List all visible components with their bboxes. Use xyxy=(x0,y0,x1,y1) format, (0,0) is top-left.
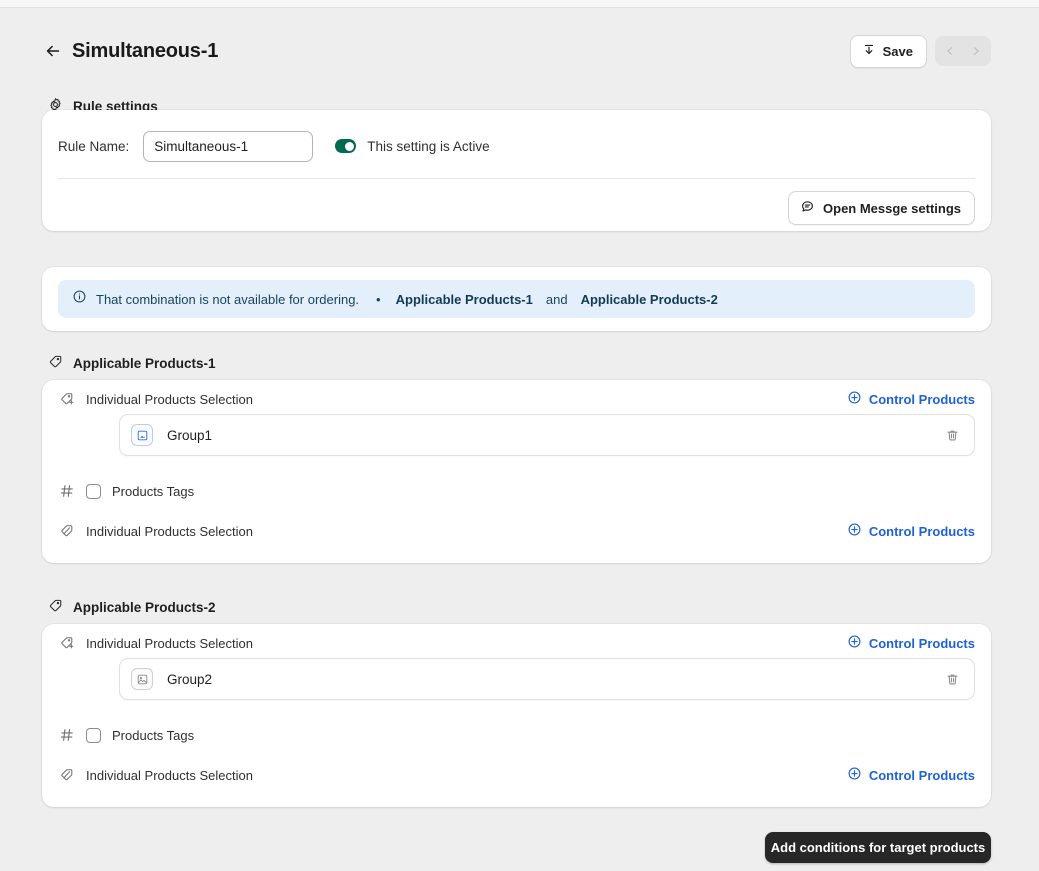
applicable-products-2-card: Individual Products Selection Control Pr… xyxy=(42,624,991,807)
control-products-label-2-secondary: Control Products xyxy=(868,767,975,783)
control-products-link-2-secondary[interactable]: Control Products xyxy=(847,766,975,784)
banner-message: That combination is not available for or… xyxy=(96,291,360,307)
header-actions: Save xyxy=(849,34,991,68)
tag-plus-icon xyxy=(58,634,76,652)
tag-icon xyxy=(48,354,63,372)
products-tags-row-2: Products Tags xyxy=(42,716,991,754)
trash-icon[interactable] xyxy=(942,669,962,689)
applicable-products-1-section-header: Applicable Products-1 xyxy=(48,354,216,372)
applicable-products-2-title: Applicable Products-2 xyxy=(73,599,216,615)
applicable-products-1-card: Individual Products Selection Control Pr… xyxy=(42,380,991,563)
hash-icon xyxy=(58,726,76,744)
products-tags-label: Products Tags xyxy=(112,483,195,499)
plus-circle-icon xyxy=(847,634,862,652)
tag-slash-icon xyxy=(58,522,76,540)
chat-bubble-icon xyxy=(800,199,815,217)
selected-product-name-2: Group2 xyxy=(167,671,213,687)
chevron-right-icon[interactable] xyxy=(963,38,989,64)
image-blue-icon xyxy=(131,424,153,446)
active-toggle-group: This setting is Active xyxy=(335,138,490,154)
selected-product-item[interactable]: Group1 xyxy=(119,414,975,456)
tag-icon xyxy=(48,598,63,616)
unavailable-combination-banner: That combination is not available for or… xyxy=(58,280,975,318)
arrow-left-icon[interactable] xyxy=(42,40,64,62)
hash-icon xyxy=(58,482,76,500)
products-tags-row: Products Tags xyxy=(42,472,991,510)
selected-product-item-2[interactable]: Group2 xyxy=(119,658,975,700)
tag-slash-icon xyxy=(58,766,76,784)
banner-item-two: Applicable Products-2 xyxy=(580,291,718,307)
control-products-label-2: Control Products xyxy=(868,635,975,651)
plus-circle-icon xyxy=(847,522,862,540)
applicable-products-2-section-header: Applicable Products-2 xyxy=(48,598,216,616)
individual-products-selection-label-2: Individual Products Selection xyxy=(86,635,253,651)
window-top-strip xyxy=(0,0,1039,8)
plus-circle-icon xyxy=(847,766,862,784)
selected-product-name: Group1 xyxy=(167,427,213,443)
control-products-label-secondary: Control Products xyxy=(868,523,975,539)
image-placeholder-icon xyxy=(131,668,153,690)
banner-separator: • xyxy=(376,291,381,307)
control-products-label: Control Products xyxy=(868,391,975,407)
individual-products-selection-row: Individual Products Selection Control Pr… xyxy=(42,380,991,418)
info-circle-icon xyxy=(72,289,87,309)
banner-conjunction: and xyxy=(545,291,568,307)
control-products-link[interactable]: Control Products xyxy=(847,390,975,408)
rule-card-divider xyxy=(58,178,975,179)
toggle-knob xyxy=(344,141,354,151)
products-tags-label-2: Products Tags xyxy=(112,727,195,743)
tag-plus-icon xyxy=(58,390,76,408)
plus-circle-icon xyxy=(847,390,862,408)
individual-products-selection-row-2: Individual Products Selection Control Pr… xyxy=(42,624,991,662)
download-icon xyxy=(862,43,876,60)
add-conditions-button[interactable]: Add conditions for target products xyxy=(765,832,991,863)
page-root: Simultaneous-1 Save Rule settings Rule N… xyxy=(0,9,1039,871)
individual-products-selection-label-2-secondary: Individual Products Selection xyxy=(86,767,253,783)
trash-icon[interactable] xyxy=(942,425,962,445)
control-products-link-secondary[interactable]: Control Products xyxy=(847,522,975,540)
rule-name-input[interactable] xyxy=(143,130,314,162)
rule-name-label: Rule Name: xyxy=(58,138,130,154)
open-message-settings-label: Open Messge settings xyxy=(823,200,961,216)
rule-name-row: Rule Name: This setting is Active xyxy=(58,128,975,164)
individual-products-selection-row-2-secondary: Individual Products Selection Control Pr… xyxy=(42,756,991,794)
save-button-label: Save xyxy=(882,43,913,59)
active-toggle[interactable] xyxy=(335,139,357,153)
rule-settings-card: Rule Name: This setting is Active Open M… xyxy=(42,110,991,231)
page-header: Simultaneous-1 Save xyxy=(42,31,991,71)
products-tags-checkbox-2[interactable] xyxy=(86,727,101,743)
pager-group xyxy=(935,36,991,66)
chevron-left-icon[interactable] xyxy=(937,38,963,64)
applicable-products-1-title: Applicable Products-1 xyxy=(73,355,216,371)
individual-products-selection-row-secondary: Individual Products Selection Control Pr… xyxy=(42,512,991,550)
open-message-settings-button[interactable]: Open Messge settings xyxy=(788,191,975,225)
page-title: Simultaneous-1 xyxy=(72,39,219,62)
individual-products-selection-label-secondary: Individual Products Selection xyxy=(86,523,253,539)
individual-products-selection-label: Individual Products Selection xyxy=(86,391,253,407)
banner-card: That combination is not available for or… xyxy=(42,267,991,331)
save-button[interactable]: Save xyxy=(849,34,927,68)
products-tags-checkbox[interactable] xyxy=(86,483,101,499)
control-products-link-2[interactable]: Control Products xyxy=(847,634,975,652)
banner-item-one: Applicable Products-1 xyxy=(395,291,533,307)
active-toggle-label: This setting is Active xyxy=(367,138,490,154)
